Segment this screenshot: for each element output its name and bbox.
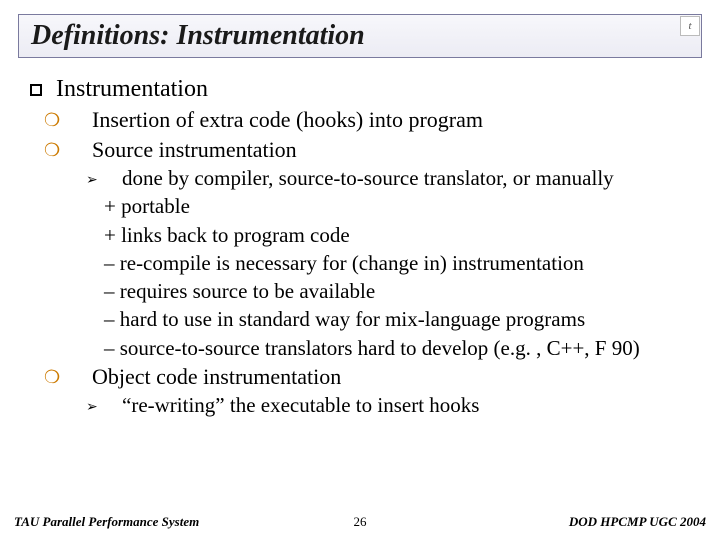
text: – source-to-source translators hard to d… bbox=[104, 336, 640, 360]
title-bar: Definitions: Instrumentation bbox=[18, 14, 702, 58]
text: – requires source to be available bbox=[104, 279, 375, 303]
footer-right: DOD HPCMP UGC 2004 bbox=[569, 514, 706, 530]
slide-content: Instrumentation ❍ Insertion of extra code… bbox=[30, 74, 696, 421]
bullet-level1: Instrumentation bbox=[30, 74, 696, 104]
arrow-bullet-icon: ➢ bbox=[104, 399, 118, 417]
bullet-level3: ➢“re-writing” the executable to insert h… bbox=[30, 392, 696, 418]
circle-bullet-icon: ❍ bbox=[68, 139, 84, 162]
text: done by compiler, source-to-source trans… bbox=[122, 166, 614, 190]
square-bullet-icon bbox=[30, 84, 42, 96]
bullet-level3-plain: – source-to-source translators hard to d… bbox=[30, 335, 696, 361]
footer: TAU Parallel Performance System 26 DOD H… bbox=[0, 512, 720, 530]
bullet-level3-plain: – hard to use in standard way for mix-la… bbox=[30, 306, 696, 332]
arrow-bullet-icon: ➢ bbox=[104, 172, 118, 190]
logo-icon: t bbox=[680, 16, 700, 36]
text: Insertion of extra code (hooks) into pro… bbox=[92, 107, 483, 132]
text: + links back to program code bbox=[104, 223, 350, 247]
text: “re-writing” the executable to insert ho… bbox=[122, 393, 479, 417]
bullet-level3-plain: – re-compile is necessary for (change in… bbox=[30, 250, 696, 276]
bullet-level2: ❍ Source instrumentation bbox=[30, 136, 696, 164]
text: – re-compile is necessary for (change in… bbox=[104, 251, 584, 275]
slide: Definitions: Instrumentation t Instrumen… bbox=[0, 0, 720, 540]
text: Object code instrumentation bbox=[92, 364, 341, 389]
bullet-level2: ❍ Object code instrumentation bbox=[30, 363, 696, 391]
text: + portable bbox=[104, 194, 190, 218]
bullet-level3-plain: + links back to program code bbox=[30, 222, 696, 248]
circle-bullet-icon: ❍ bbox=[68, 366, 84, 389]
bullet-level2: ❍ Insertion of extra code (hooks) into pr… bbox=[30, 106, 696, 134]
circle-bullet-icon: ❍ bbox=[68, 109, 84, 132]
text: – hard to use in standard way for mix-la… bbox=[104, 307, 585, 331]
text: Instrumentation bbox=[56, 76, 208, 102]
slide-title: Definitions: Instrumentation bbox=[31, 20, 365, 52]
bullet-level3-plain: – requires source to be available bbox=[30, 278, 696, 304]
text: Source instrumentation bbox=[92, 137, 297, 162]
bullet-level3-plain: + portable bbox=[30, 193, 696, 219]
bullet-level3: ➢done by compiler, source-to-source tran… bbox=[30, 165, 696, 191]
